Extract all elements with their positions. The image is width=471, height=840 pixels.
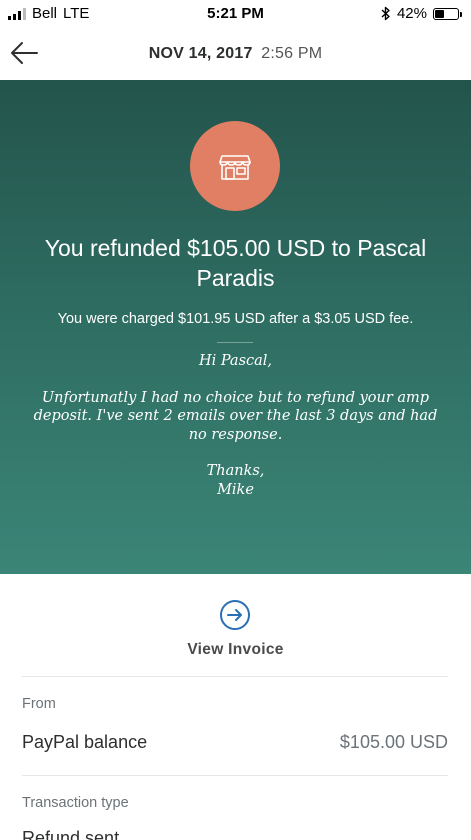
transaction-type-value: Refund sent <box>22 828 120 840</box>
transaction-hero: You refunded $105.00 USD to Pascal Parad… <box>0 80 471 574</box>
carrier-name: Bell <box>32 5 58 22</box>
transaction-time: 2:56 PM <box>261 45 323 62</box>
view-invoice-link[interactable]: View Invoice <box>0 641 471 659</box>
bluetooth-icon <box>381 6 390 21</box>
merchant-avatar <box>190 121 280 211</box>
view-invoice-icon-button[interactable] <box>219 599 251 631</box>
view-invoice-section: View Invoice <box>0 574 471 676</box>
divider <box>22 775 448 776</box>
top-header: NOV 14, 2017 2:56 PM <box>0 28 471 80</box>
fee-summary: You were charged $101.95 USD after a $3.… <box>57 311 414 327</box>
transaction-type-label: Transaction type <box>22 795 129 811</box>
signal-strength-icon <box>8 7 26 20</box>
battery-percent: 42% <box>396 5 427 22</box>
note-divider <box>217 342 253 343</box>
arrow-right-circle-icon <box>220 600 250 630</box>
page-title: NOV 14, 2017 2:56 PM <box>0 45 471 63</box>
status-bar: Bell LTE 5:21 PM 42% <box>0 0 471 28</box>
network-type: LTE <box>63 5 90 22</box>
status-left: Bell LTE <box>8 5 89 22</box>
refund-note: Hi Pascal, Unfortunatly I had no choice … <box>30 352 441 499</box>
note-greeting: Hi Pascal, <box>198 353 273 369</box>
note-body: Unfortunatly I had no choice but to refu… <box>33 389 438 443</box>
status-right: 42% <box>381 5 462 22</box>
from-value: PayPal balance <box>22 732 148 752</box>
from-label: From <box>22 696 56 712</box>
refund-title: You refunded $105.00 USD to Pascal Parad… <box>44 235 427 291</box>
note-closing: Thanks, <box>206 463 265 479</box>
note-signature: Mike <box>217 481 254 498</box>
storefront-icon <box>219 155 251 180</box>
transaction-date: NOV 14, 2017 <box>148 45 253 62</box>
divider <box>22 676 448 677</box>
from-amount: $105.00 USD <box>339 732 448 752</box>
battery-icon <box>433 7 462 20</box>
